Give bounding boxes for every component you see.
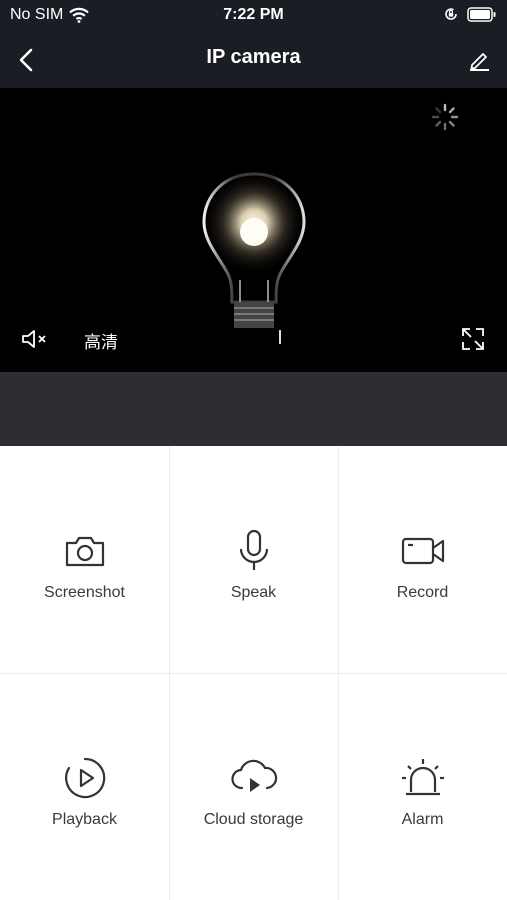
screenshot-button[interactable]: Screenshot [0, 446, 169, 673]
cloud-storage-label: Cloud storage [203, 811, 304, 828]
orientation-lock-icon [445, 8, 457, 20]
playback-label: Playback [52, 811, 117, 828]
icon-wrap [400, 528, 446, 574]
fullscreen-button[interactable] [460, 326, 486, 357]
video-feed[interactable]: 高清 [0, 88, 507, 372]
status-time: 7:22 PM [223, 6, 284, 23]
pencil-icon [470, 53, 489, 71]
status-bar: No SIM 7:22 PM [0, 0, 507, 32]
alarm-label: Alarm [401, 811, 444, 828]
video-control-strip [0, 372, 507, 446]
page-title: IP camera [206, 46, 301, 68]
record-button[interactable]: Record [338, 446, 507, 673]
quality-toggle[interactable]: 高清 [84, 328, 118, 353]
cloud-storage-button[interactable]: Cloud storage [169, 673, 338, 900]
playback-button[interactable]: Playback [0, 673, 169, 900]
video-progress-marker [279, 330, 281, 344]
playback-icon [64, 757, 105, 799]
video-camera-icon [401, 537, 444, 565]
icon-wrap [236, 528, 272, 574]
status-right [443, 6, 497, 22]
cloud-play-icon [230, 759, 277, 792]
speak-label: Speak [230, 584, 277, 601]
screenshot-label: Screenshot [44, 584, 125, 601]
icon-wrap [63, 528, 107, 574]
alarm-button[interactable]: Alarm [338, 673, 507, 900]
nav-bar: IP camera [0, 32, 507, 88]
microphone-icon [239, 529, 268, 570]
action-grid: Screenshot Speak Record Playback Cloud s… [0, 446, 507, 900]
icon-wrap [63, 755, 107, 801]
edit-button[interactable] [461, 42, 497, 78]
light-bulb-image [202, 172, 306, 328]
mute-button[interactable] [20, 328, 48, 355]
speaker-muted-icon [22, 330, 46, 348]
spinner-icon [431, 103, 459, 131]
speak-button[interactable]: Speak [169, 446, 338, 673]
icon-wrap [229, 755, 279, 801]
fullscreen-icon [462, 328, 484, 350]
icon-wrap [400, 755, 446, 801]
camera-icon [65, 536, 104, 567]
battery-icon [467, 6, 496, 22]
alarm-siren-icon [401, 759, 444, 796]
record-label: Record [396, 584, 449, 601]
